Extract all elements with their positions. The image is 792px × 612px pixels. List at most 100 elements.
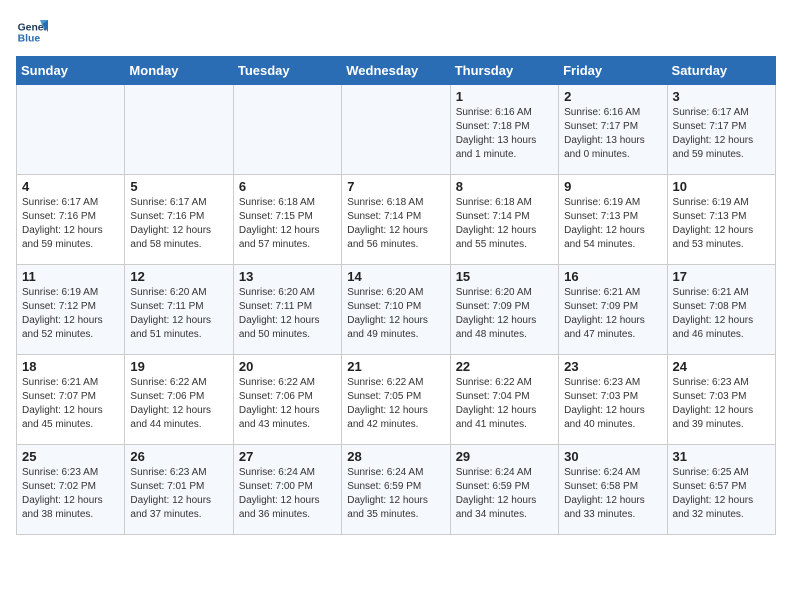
calendar-cell: 1 Sunrise: 6:16 AM Sunset: 7:18 PM Daylig… <box>450 85 558 175</box>
day-number: 18 <box>22 359 119 374</box>
calendar-cell: 3Sunrise: 6:17 AM Sunset: 7:17 PM Daylig… <box>667 85 775 175</box>
day-info: Sunrise: 6:20 AM Sunset: 7:11 PM Dayligh… <box>239 286 336 342</box>
calendar-cell <box>125 85 233 175</box>
day-info: Sunrise: 6:18 AM Sunset: 7:14 PM Dayligh… <box>456 196 553 252</box>
logo: General Blue <box>16 16 52 48</box>
day-number: 29 <box>456 449 553 464</box>
calendar-cell: 30Sunrise: 6:24 AM Sunset: 6:58 PM Dayli… <box>559 445 667 535</box>
day-number: 23 <box>564 359 661 374</box>
calendar-cell: 16Sunrise: 6:21 AM Sunset: 7:09 PM Dayli… <box>559 265 667 355</box>
calendar-cell: 29 Sunrise: 6:24 AM Sunset: 6:59 PM Dayli… <box>450 445 558 535</box>
weekday-header-friday: Friday <box>559 57 667 85</box>
calendar-cell: 24Sunrise: 6:23 AM Sunset: 7:03 PM Dayli… <box>667 355 775 445</box>
day-number: 22 <box>456 359 553 374</box>
calendar-cell: 5 Sunrise: 6:17 AM Sunset: 7:16 PM Daylig… <box>125 175 233 265</box>
day-number: 27 <box>239 449 336 464</box>
day-info: Sunrise: 6:19 AM Sunset: 7:13 PM Dayligh… <box>673 196 770 252</box>
calendar-cell: 10 Sunrise: 6:19 AM Sunset: 7:13 PM Dayli… <box>667 175 775 265</box>
weekday-header-wednesday: Wednesday <box>342 57 450 85</box>
calendar-cell: 6Sunrise: 6:18 AM Sunset: 7:15 PM Daylig… <box>233 175 341 265</box>
calendar-cell <box>342 85 450 175</box>
day-number: 10 <box>673 179 770 194</box>
calendar-cell: 11 Sunrise: 6:19 AM Sunset: 7:12 PM Dayli… <box>17 265 125 355</box>
day-number: 8 <box>456 179 553 194</box>
svg-text:Blue: Blue <box>18 34 41 45</box>
weekday-header-row: SundayMondayTuesdayWednesdayThursdayFrid… <box>17 57 776 85</box>
day-info: Sunrise: 6:16 AM Sunset: 7:17 PM Dayligh… <box>564 106 661 162</box>
calendar-week-row: 18Sunrise: 6:21 AM Sunset: 7:07 PM Dayli… <box>17 355 776 445</box>
calendar-cell: 2 Sunrise: 6:16 AM Sunset: 7:17 PM Daylig… <box>559 85 667 175</box>
day-number: 25 <box>22 449 119 464</box>
calendar-cell: 4 Sunrise: 6:17 AM Sunset: 7:16 PM Daylig… <box>17 175 125 265</box>
calendar-week-row: 1 Sunrise: 6:16 AM Sunset: 7:18 PM Daylig… <box>17 85 776 175</box>
day-number: 4 <box>22 179 119 194</box>
calendar-cell: 26Sunrise: 6:23 AM Sunset: 7:01 PM Dayli… <box>125 445 233 535</box>
day-number: 7 <box>347 179 444 194</box>
day-number: 20 <box>239 359 336 374</box>
day-info: Sunrise: 6:18 AM Sunset: 7:15 PM Dayligh… <box>239 196 336 252</box>
day-info: Sunrise: 6:23 AM Sunset: 7:02 PM Dayligh… <box>22 466 119 522</box>
day-number: 15 <box>456 269 553 284</box>
calendar-week-row: 11 Sunrise: 6:19 AM Sunset: 7:12 PM Dayli… <box>17 265 776 355</box>
day-number: 9 <box>564 179 661 194</box>
weekday-header-thursday: Thursday <box>450 57 558 85</box>
logo-icon: General Blue <box>16 16 48 48</box>
calendar-cell: 13 Sunrise: 6:20 AM Sunset: 7:11 PM Dayli… <box>233 265 341 355</box>
day-number: 31 <box>673 449 770 464</box>
day-info: Sunrise: 6:25 AM Sunset: 6:57 PM Dayligh… <box>673 466 770 522</box>
calendar-cell: 12 Sunrise: 6:20 AM Sunset: 7:11 PM Dayli… <box>125 265 233 355</box>
calendar-cell: 28Sunrise: 6:24 AM Sunset: 6:59 PM Dayli… <box>342 445 450 535</box>
calendar-cell <box>17 85 125 175</box>
day-info: Sunrise: 6:22 AM Sunset: 7:04 PM Dayligh… <box>456 376 553 432</box>
calendar-week-row: 4 Sunrise: 6:17 AM Sunset: 7:16 PM Daylig… <box>17 175 776 265</box>
day-info: Sunrise: 6:24 AM Sunset: 6:59 PM Dayligh… <box>456 466 553 522</box>
calendar-cell: 27 Sunrise: 6:24 AM Sunset: 7:00 PM Dayli… <box>233 445 341 535</box>
calendar-cell: 25 Sunrise: 6:23 AM Sunset: 7:02 PM Dayli… <box>17 445 125 535</box>
calendar-cell <box>233 85 341 175</box>
calendar-week-row: 25 Sunrise: 6:23 AM Sunset: 7:02 PM Dayli… <box>17 445 776 535</box>
day-info: Sunrise: 6:22 AM Sunset: 7:06 PM Dayligh… <box>239 376 336 432</box>
day-number: 12 <box>130 269 227 284</box>
day-info: Sunrise: 6:24 AM Sunset: 6:58 PM Dayligh… <box>564 466 661 522</box>
day-number: 3 <box>673 89 770 104</box>
weekday-header-sunday: Sunday <box>17 57 125 85</box>
day-info: Sunrise: 6:21 AM Sunset: 7:09 PM Dayligh… <box>564 286 661 342</box>
weekday-header-monday: Monday <box>125 57 233 85</box>
day-number: 21 <box>347 359 444 374</box>
day-number: 13 <box>239 269 336 284</box>
day-number: 11 <box>22 269 119 284</box>
day-info: Sunrise: 6:17 AM Sunset: 7:16 PM Dayligh… <box>130 196 227 252</box>
day-info: Sunrise: 6:22 AM Sunset: 7:05 PM Dayligh… <box>347 376 444 432</box>
day-info: Sunrise: 6:16 AM Sunset: 7:18 PM Dayligh… <box>456 106 553 162</box>
day-info: Sunrise: 6:21 AM Sunset: 7:08 PM Dayligh… <box>673 286 770 342</box>
day-info: Sunrise: 6:22 AM Sunset: 7:06 PM Dayligh… <box>130 376 227 432</box>
day-info: Sunrise: 6:23 AM Sunset: 7:01 PM Dayligh… <box>130 466 227 522</box>
day-info: Sunrise: 6:19 AM Sunset: 7:12 PM Dayligh… <box>22 286 119 342</box>
day-info: Sunrise: 6:18 AM Sunset: 7:14 PM Dayligh… <box>347 196 444 252</box>
day-number: 2 <box>564 89 661 104</box>
calendar-cell: 15 Sunrise: 6:20 AM Sunset: 7:09 PM Dayli… <box>450 265 558 355</box>
day-info: Sunrise: 6:20 AM Sunset: 7:09 PM Dayligh… <box>456 286 553 342</box>
day-number: 1 <box>456 89 553 104</box>
calendar-cell: 8 Sunrise: 6:18 AM Sunset: 7:14 PM Daylig… <box>450 175 558 265</box>
day-info: Sunrise: 6:24 AM Sunset: 7:00 PM Dayligh… <box>239 466 336 522</box>
weekday-header-tuesday: Tuesday <box>233 57 341 85</box>
day-info: Sunrise: 6:23 AM Sunset: 7:03 PM Dayligh… <box>673 376 770 432</box>
calendar-cell: 17 Sunrise: 6:21 AM Sunset: 7:08 PM Dayli… <box>667 265 775 355</box>
calendar-cell: 7 Sunrise: 6:18 AM Sunset: 7:14 PM Daylig… <box>342 175 450 265</box>
day-info: Sunrise: 6:20 AM Sunset: 7:11 PM Dayligh… <box>130 286 227 342</box>
calendar-cell: 19 Sunrise: 6:22 AM Sunset: 7:06 PM Dayli… <box>125 355 233 445</box>
day-info: Sunrise: 6:17 AM Sunset: 7:16 PM Dayligh… <box>22 196 119 252</box>
weekday-header-saturday: Saturday <box>667 57 775 85</box>
calendar-cell: 20 Sunrise: 6:22 AM Sunset: 7:06 PM Dayli… <box>233 355 341 445</box>
calendar-cell: 22 Sunrise: 6:22 AM Sunset: 7:04 PM Dayli… <box>450 355 558 445</box>
page-header: General Blue <box>16 16 776 48</box>
day-number: 19 <box>130 359 227 374</box>
calendar-cell: 21 Sunrise: 6:22 AM Sunset: 7:05 PM Dayli… <box>342 355 450 445</box>
calendar-table: SundayMondayTuesdayWednesdayThursdayFrid… <box>16 56 776 535</box>
day-number: 5 <box>130 179 227 194</box>
day-number: 17 <box>673 269 770 284</box>
day-info: Sunrise: 6:19 AM Sunset: 7:13 PM Dayligh… <box>564 196 661 252</box>
calendar-cell: 18Sunrise: 6:21 AM Sunset: 7:07 PM Dayli… <box>17 355 125 445</box>
calendar-cell: 23Sunrise: 6:23 AM Sunset: 7:03 PM Dayli… <box>559 355 667 445</box>
